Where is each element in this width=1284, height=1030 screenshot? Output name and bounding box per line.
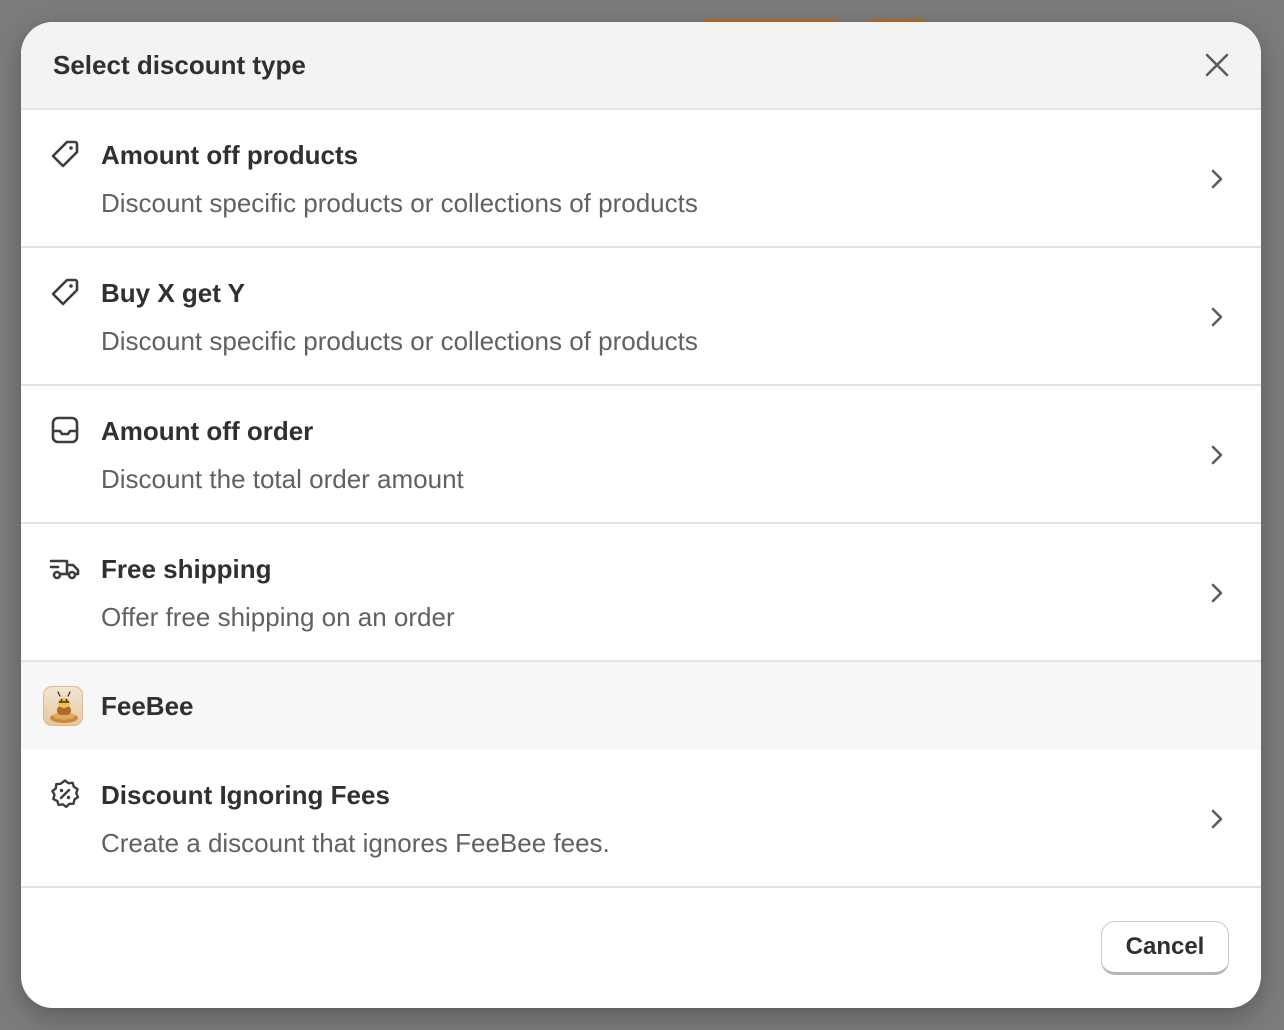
- cancel-button[interactable]: Cancel: [1101, 921, 1229, 975]
- option-discount-ignoring-fees[interactable]: Discount Ignoring Fees Create a discount…: [21, 750, 1261, 888]
- feebee-logo-graphic: [50, 691, 78, 723]
- modal-header: Select discount type: [21, 22, 1261, 110]
- chevron-right-icon: [1211, 583, 1223, 603]
- tag-icon: [51, 140, 79, 168]
- option-title: Buy X get Y: [101, 278, 246, 308]
- chevron-right-icon: [1211, 809, 1223, 829]
- option-amount-off-products[interactable]: Amount off products Discount specific pr…: [21, 110, 1261, 248]
- app-section-header: FeeBee: [21, 662, 1261, 750]
- tag-icon: [51, 278, 79, 306]
- close-button[interactable]: [1197, 45, 1237, 85]
- option-title: Amount off order: [101, 416, 314, 446]
- delivery-truck-icon: [49, 559, 80, 580]
- feebee-app-logo: [43, 686, 83, 726]
- option-description: Offer free shipping on an order: [101, 602, 455, 632]
- option-title: Amount off products: [101, 140, 359, 170]
- chevron-right-icon: [1211, 169, 1223, 189]
- option-description: Create a discount that ignores FeeBee fe…: [101, 828, 610, 858]
- option-amount-off-order[interactable]: Amount off order Discount the total orde…: [21, 386, 1261, 524]
- option-description: Discount specific products or collection…: [101, 188, 698, 218]
- app-name: FeeBee: [101, 690, 194, 721]
- chevron-right-icon: [1211, 307, 1223, 327]
- chevron-right-icon: [1211, 445, 1223, 465]
- close-icon: [1205, 53, 1229, 77]
- option-description: Discount the total order amount: [101, 464, 464, 494]
- discount-badge-icon: [51, 779, 80, 809]
- modal-title: Select discount type: [53, 49, 306, 80]
- option-title: Free shipping: [101, 554, 272, 584]
- modal-footer: Cancel: [21, 888, 1261, 1008]
- inbox-icon: [51, 416, 79, 444]
- option-description: Discount specific products or collection…: [101, 326, 698, 356]
- option-title: Discount Ignoring Fees: [101, 780, 390, 810]
- discount-type-modal: Select discount type Amount off products…: [21, 22, 1261, 1008]
- option-buy-x-get-y[interactable]: Buy X get Y Discount specific products o…: [21, 248, 1261, 386]
- option-free-shipping[interactable]: Free shipping Offer free shipping on an …: [21, 524, 1261, 662]
